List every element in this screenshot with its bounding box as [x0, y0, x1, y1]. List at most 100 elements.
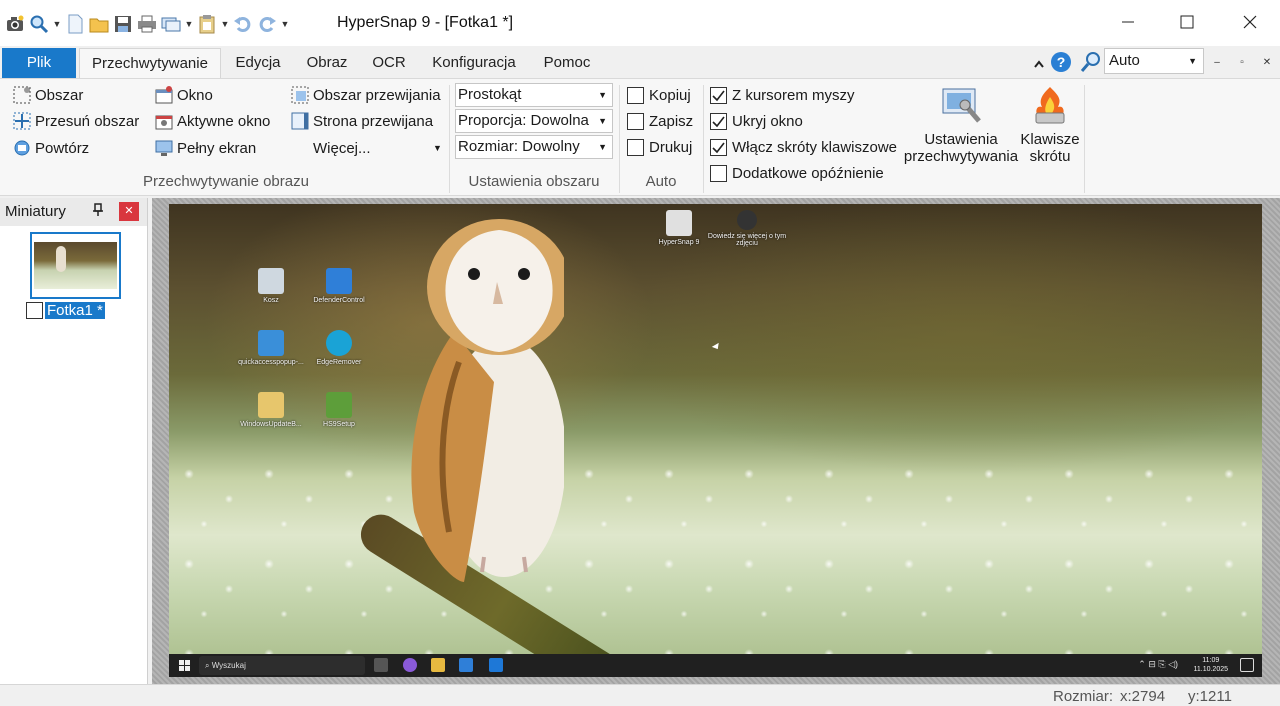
outlook-icon[interactable]: [489, 658, 503, 672]
window-capture-icon: [154, 85, 174, 105]
close-button[interactable]: [1218, 0, 1280, 44]
chevron-down-icon[interactable]: ▼: [52, 19, 62, 29]
maximize-button[interactable]: [1155, 0, 1219, 44]
area-group-label: Ustawienia obszaru: [468, 173, 600, 190]
taskbar-clock[interactable]: 11:09 11.10.2025: [1193, 656, 1228, 674]
zoom-icon[interactable]: [28, 13, 50, 35]
print-icon[interactable]: [136, 13, 158, 35]
desktop-icon-learn-more[interactable]: Dowiedz się więcej o tym zdjęciu: [707, 210, 787, 247]
close-icon[interactable]: ✕: [119, 202, 139, 221]
repeat-button[interactable]: Powtórz: [12, 136, 89, 160]
pin-icon[interactable]: [92, 203, 104, 220]
capture-area-button[interactable]: Obszar: [12, 83, 83, 107]
active-window-button[interactable]: Aktywne okno: [154, 109, 270, 133]
move-area-button[interactable]: Przesuń obszar: [12, 109, 139, 133]
tab-ocr[interactable]: OCR: [364, 48, 414, 78]
minimize-button[interactable]: [1096, 0, 1160, 44]
checkbox-box: [627, 138, 644, 156]
with-cursor-checkbox[interactable]: Z kursorem myszy: [710, 83, 855, 107]
zoom-select[interactable]: Auto ▼: [1104, 48, 1204, 74]
capture-area-label: Obszar: [35, 86, 84, 104]
redo-icon[interactable]: [256, 13, 278, 35]
explorer-icon[interactable]: [431, 658, 445, 672]
group-separator: [449, 85, 450, 193]
area-icon: [12, 85, 32, 105]
undo-icon[interactable]: [232, 13, 254, 35]
quickaccess-icon: [258, 330, 284, 356]
area-shape-select[interactable]: Prostokąt ▼: [455, 83, 613, 107]
tab-capture[interactable]: Przechwytywanie: [79, 48, 221, 79]
taskbar-search[interactable]: ⌕ Wyszukaj: [199, 656, 365, 675]
auto-group-label: Auto: [645, 173, 677, 190]
aspect-ratio-select[interactable]: Proporcja: Dowolna ▼: [455, 109, 613, 133]
extra-delay-label: Dodatkowe opóźnienie: [732, 164, 884, 182]
hide-window-checkbox[interactable]: Ukryj okno: [710, 109, 803, 133]
capture-window-button[interactable]: Okno: [154, 83, 213, 107]
scroll-page-button[interactable]: Strona przewijana: [290, 109, 433, 133]
capture-window-label: Okno: [177, 86, 213, 104]
owl-illustration: [411, 219, 564, 582]
auto-print-label: Drukuj: [649, 138, 693, 156]
notification-icon[interactable]: [1240, 658, 1254, 672]
auto-save-checkbox[interactable]: Zapisz: [627, 109, 693, 133]
hotkeys-line2: skrótu: [1029, 148, 1071, 165]
tab-image[interactable]: Obraz: [298, 48, 356, 78]
hypersnap-app-icon: [666, 210, 692, 236]
tab-file[interactable]: Plik: [2, 48, 76, 78]
auto-print-checkbox[interactable]: Drukuj: [627, 135, 692, 159]
ribbon-tabs: Plik Przechwytywanie Edycja Obraz OCR Ko…: [0, 46, 1280, 79]
recycle-bin-icon: [258, 268, 284, 294]
checkmark-icon: [710, 86, 727, 104]
desktop-icon-label: HyperSnap 9: [658, 239, 700, 246]
desktop-icon-defender[interactable]: DefenderControl: [299, 268, 379, 304]
camera-icon[interactable]: [4, 13, 26, 35]
start-icon[interactable]: [179, 659, 191, 676]
desktop-icon-edgeremover[interactable]: EdgeRemover: [299, 330, 379, 366]
doc-close-button[interactable]: ✕: [1256, 52, 1278, 74]
checkbox-box[interactable]: [26, 302, 43, 319]
size-select[interactable]: Rozmiar: Dowolny ▼: [455, 135, 613, 159]
enable-hotkeys-checkbox[interactable]: Włącz skróty klawiszowe: [710, 135, 897, 159]
copilot-icon[interactable]: [403, 658, 417, 672]
tab-help[interactable]: Pomoc: [534, 48, 600, 78]
settings-icon: [939, 83, 983, 127]
chevron-down-icon[interactable]: ▼: [220, 19, 230, 29]
tray-icons[interactable]: ⌃ ⊟ ⎘ ◁): [1138, 659, 1178, 670]
auto-copy-checkbox[interactable]: Kopiuj: [627, 83, 691, 107]
thumbnail-item-label-row[interactable]: Fotka1 *: [26, 302, 105, 319]
thumbnail-item[interactable]: [30, 232, 121, 299]
hotkeys-button[interactable]: Klawisze skrótu: [1020, 83, 1080, 165]
windows-icon[interactable]: [160, 13, 182, 35]
doc-restore-button[interactable]: ▫: [1231, 52, 1253, 74]
hotkeys-line1: Klawisze: [1020, 131, 1080, 148]
store-icon[interactable]: [459, 658, 473, 672]
active-window-icon: [154, 111, 174, 131]
captured-image[interactable]: Kosz DefenderControl quickaccesspopup-..…: [169, 204, 1262, 677]
tab-configuration[interactable]: Konfiguracja: [424, 48, 524, 78]
scroll-area-button[interactable]: Obszar przewijania: [290, 83, 441, 107]
thumbnail-image: [34, 242, 117, 289]
new-icon[interactable]: [64, 13, 86, 35]
task-view-icon[interactable]: [374, 658, 388, 672]
open-icon[interactable]: [88, 13, 110, 35]
taskbar-date: 11.10.2025: [1193, 666, 1228, 673]
desktop-icon-label: Kosz: [263, 297, 279, 304]
save-icon[interactable]: [112, 13, 134, 35]
image-canvas[interactable]: Kosz DefenderControl quickaccesspopup-..…: [152, 198, 1280, 684]
capture-settings-button[interactable]: Ustawienia przechwytywania: [902, 83, 1020, 165]
status-x: x:2794: [1120, 688, 1166, 705]
chevron-down-icon[interactable]: ▼: [184, 19, 194, 29]
full-screen-button[interactable]: Pełny ekran: [154, 136, 256, 160]
customize-icon[interactable]: ▼: [280, 19, 290, 29]
more-capture-button[interactable]: Więcej... ▼: [313, 136, 443, 160]
checkbox-box: [710, 164, 727, 182]
clipboard-icon[interactable]: [196, 13, 218, 35]
search-icon[interactable]: [1080, 48, 1102, 76]
doc-minimize-button[interactable]: –: [1206, 52, 1228, 74]
installer-icon: [326, 392, 352, 418]
collapse-ribbon-icon[interactable]: [1033, 50, 1045, 78]
help-icon[interactable]: ?: [1050, 48, 1072, 76]
tab-edit[interactable]: Edycja: [228, 48, 288, 78]
desktop-icon-hs9setup[interactable]: HS9Setup: [299, 392, 379, 428]
extra-delay-checkbox[interactable]: Dodatkowe opóźnienie: [710, 161, 884, 185]
